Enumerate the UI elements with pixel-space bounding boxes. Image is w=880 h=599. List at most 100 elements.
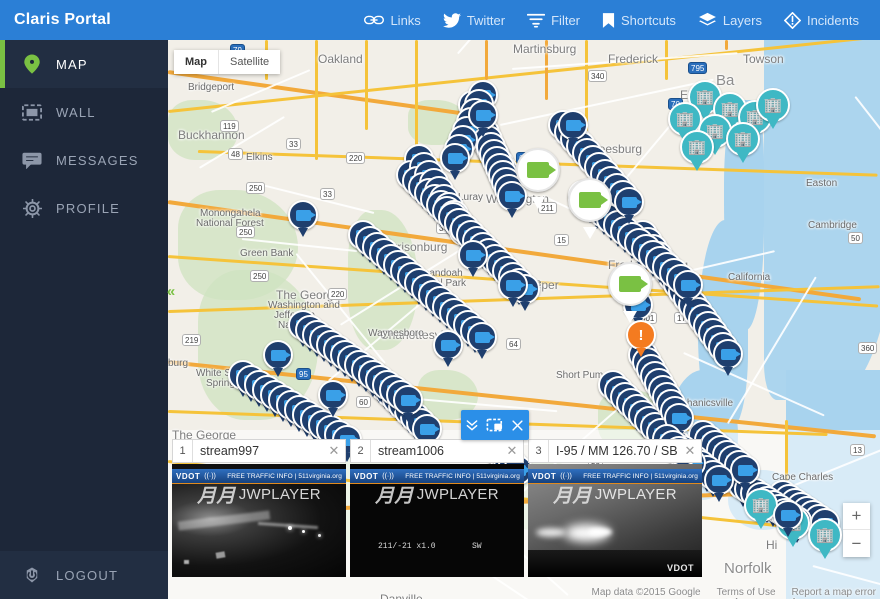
map-marker-camera[interactable] — [440, 143, 470, 181]
map-marker-camera[interactable] — [468, 100, 498, 138]
incident-icon — [783, 11, 801, 29]
map-route-shield: 220 — [328, 288, 348, 300]
map-city-label: Bridgeport — [188, 82, 235, 93]
stream-video[interactable]: 211/-21 x1.0 SW VDOT ((·)) FREE TRAFFIC INFO… — [350, 464, 524, 577]
map-marker-camera[interactable] — [713, 339, 743, 377]
map-route-shield: 250 — [246, 182, 266, 194]
stream-panel: 1 stream997 ✕ VDOT ((·)) FREE TRAFFIC INFO | … — [172, 439, 346, 599]
sidebar-collapse-handle[interactable]: « — [160, 278, 182, 304]
map-marker-camera[interactable] — [318, 380, 348, 418]
map-marker-incident[interactable]: ! — [626, 320, 656, 358]
map-road — [725, 40, 728, 50]
layers-icon — [698, 12, 717, 28]
map-marker-camera[interactable] — [458, 240, 488, 278]
collapse-streams-button[interactable] — [461, 410, 484, 440]
stream-panel: 3 I-95 / MM 126.70 / SB ✕ VDOT VDOT ((·)) FREE… — [528, 439, 702, 599]
map-marker-camera-selected[interactable] — [568, 178, 612, 232]
bookmark-icon — [602, 12, 615, 29]
map-route-shield: 795 — [688, 62, 708, 74]
map-route-shield: 50 — [848, 232, 863, 244]
building-icon: 🏢 — [675, 110, 695, 128]
map-type-map-button[interactable]: Map — [174, 50, 219, 74]
stream-video[interactable]: VDOT VDOT ((·)) FREE TRAFFIC INFO | 511virg… — [528, 464, 702, 577]
building-icon: 🏢 — [733, 130, 753, 148]
map-road — [665, 40, 668, 80]
sidebar: MAP WALL MESSAGES PROFILE LOGOUT — [0, 40, 168, 599]
player-watermark: ⽉⽉ JWPLAYER — [528, 481, 702, 508]
video-corner-logo: VDOT — [666, 563, 694, 573]
map-route-shield: 64 — [506, 338, 521, 350]
twitter-icon — [442, 12, 461, 28]
topnav-item-twitter[interactable]: Twitter — [432, 0, 516, 40]
map-city-label: Waynesboro — [368, 328, 424, 339]
map-marker-camera[interactable] — [393, 385, 423, 423]
map-marker-building[interactable]: 🏢 — [726, 122, 760, 164]
topnav-label: Incidents — [806, 12, 859, 28]
sidebar-item-label: WALL — [56, 104, 96, 120]
topnav-item-layers[interactable]: Layers — [687, 0, 773, 40]
map-city-label: Frederick — [608, 52, 659, 66]
map-marker-camera[interactable] — [288, 200, 318, 238]
map-marker-camera[interactable] — [558, 110, 588, 148]
topnav-item-filter[interactable]: Filter — [516, 0, 591, 40]
map-marker-camera[interactable] — [498, 270, 528, 308]
map-type-satellite-button[interactable]: Satellite — [219, 50, 280, 74]
building-icon: 🏢 — [763, 96, 783, 114]
map-marker-camera[interactable] — [467, 322, 497, 360]
add-to-wall-button[interactable] — [484, 410, 507, 440]
topnav-label: Layers — [722, 12, 762, 28]
sidebar-item-wall[interactable]: WALL — [0, 88, 168, 136]
map-route-shield: 15 — [554, 234, 569, 246]
stream-title: I-95 / MM 126.70 / SB — [556, 444, 678, 458]
map-marker-camera-selected[interactable] — [516, 148, 560, 202]
map-city-label: Oakland — [318, 52, 363, 66]
stream-close-button[interactable]: ✕ — [323, 443, 345, 459]
wall-icon — [22, 102, 42, 122]
map-marker-building[interactable]: 🏢 — [756, 88, 790, 130]
map-route-shield: 33 — [320, 188, 335, 200]
map-city-label: California — [728, 272, 771, 283]
stream-close-button[interactable]: ✕ — [501, 443, 523, 459]
top-bar: Claris Portal Links Twitter Filter Shortcut… — [0, 0, 880, 40]
map-marker-camera[interactable] — [614, 187, 644, 225]
map-city-label: Martinsburg — [513, 42, 577, 56]
power-icon — [22, 565, 42, 585]
topnav-item-links[interactable]: Links — [353, 0, 431, 40]
map-type-switcher: Map Satellite — [174, 50, 281, 74]
topnav-label: Twitter — [466, 12, 506, 28]
stream-close-button[interactable]: ✕ — [679, 443, 701, 459]
wifi-icon: ((·)) — [560, 472, 572, 480]
vdot-info-text: FREE TRAFFIC INFO | 511virginia.org — [583, 472, 698, 480]
map-route-shield: 220 — [346, 152, 366, 164]
sidebar-item-map[interactable]: MAP — [0, 40, 168, 88]
map-route-shield: 250 — [250, 270, 270, 282]
stream-header: 3 I-95 / MM 126.70 / SB ✕ — [528, 439, 702, 463]
app-root: Claris Portal Links Twitter Filter Shortcut… — [0, 0, 880, 599]
topnav-item-shortcuts[interactable]: Shortcuts — [591, 0, 687, 40]
map-route-shield: 95 — [296, 368, 311, 380]
map-city-label: Green Bank — [240, 248, 294, 259]
stream-title: stream1006 — [378, 444, 445, 458]
map-marker-camera[interactable] — [673, 270, 703, 308]
wifi-icon: ((·)) — [382, 472, 394, 480]
map-city-label: Easton — [806, 178, 838, 189]
map-marker-camera-selected[interactable] — [608, 262, 652, 316]
stream-video[interactable]: VDOT ((·)) FREE TRAFFIC INFO | 511virginia… — [172, 464, 346, 577]
map-marker-camera[interactable] — [433, 330, 463, 368]
logout-button[interactable]: LOGOUT — [0, 551, 168, 599]
stream-number: 3 — [529, 440, 549, 462]
stream-header: 2 stream1006 ✕ — [350, 439, 524, 463]
map-marker-building[interactable]: 🏢 — [680, 130, 714, 172]
close-streams-button[interactable] — [506, 410, 529, 440]
sidebar-item-label: MAP — [56, 56, 88, 72]
video-overlay-text: 211/-21 x1.0 — [378, 542, 436, 551]
topnav-item-incidents[interactable]: Incidents — [773, 0, 870, 40]
sidebar-item-profile[interactable]: PROFILE — [0, 184, 168, 232]
top-nav: Links Twitter Filter Shortcuts Layers Inciden… — [353, 0, 880, 40]
topnav-label: Links — [390, 12, 421, 28]
map-route-shield: 119 — [220, 120, 239, 132]
map-marker-camera[interactable] — [263, 340, 293, 378]
sidebar-item-messages[interactable]: MESSAGES — [0, 136, 168, 184]
map-route-shield: 33 — [286, 138, 301, 150]
profile-icon — [22, 198, 42, 218]
